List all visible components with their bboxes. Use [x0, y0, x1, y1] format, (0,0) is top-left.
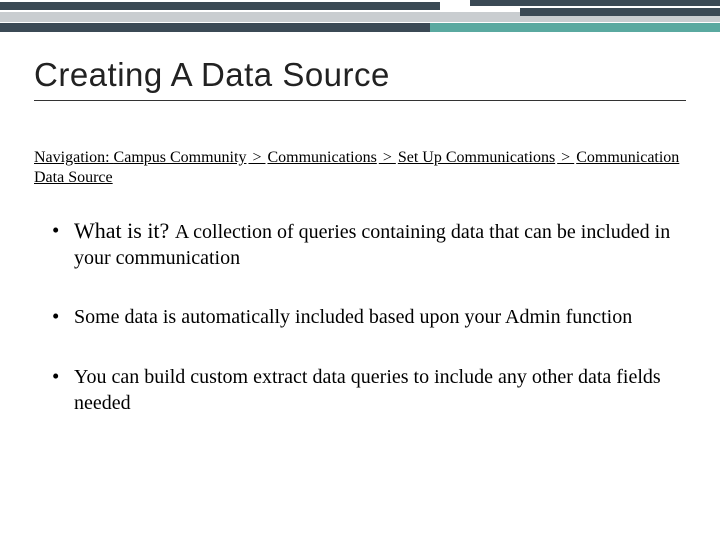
bullet-text: Some data is automatically included base…	[74, 306, 632, 328]
deco-bar	[0, 23, 430, 32]
navigation-label: Navigation:	[34, 149, 114, 166]
deco-bar	[520, 8, 720, 16]
navigation-separator: >	[555, 149, 576, 166]
bullet-lead: What is it?	[74, 218, 175, 243]
title-underline	[34, 100, 686, 101]
bullet-item: What is it? A collection of queries cont…	[48, 218, 672, 270]
bullet-item: You can build custom extract data querie…	[48, 364, 672, 415]
slide-title: Creating A Data Source	[34, 56, 686, 94]
deco-bar	[470, 0, 720, 6]
slide: Creating A Data Source Navigation: Campu…	[0, 0, 720, 540]
navigation-separator: >	[377, 149, 398, 166]
navigation-part: Communications	[267, 149, 376, 166]
bullet-item: Some data is automatically included base…	[48, 304, 672, 330]
title-block: Creating A Data Source	[34, 56, 686, 101]
navigation-separator: >	[246, 149, 267, 166]
navigation-part: Campus Community	[114, 149, 247, 166]
decorative-top-bars	[0, 0, 720, 36]
bullet-list: What is it? A collection of queries cont…	[48, 218, 672, 449]
bullet-text: You can build custom extract data querie…	[74, 366, 661, 414]
navigation-path: Navigation: Campus Community > Communica…	[34, 148, 686, 188]
deco-bar	[0, 2, 440, 10]
navigation-part: Set Up Communications	[398, 149, 555, 166]
